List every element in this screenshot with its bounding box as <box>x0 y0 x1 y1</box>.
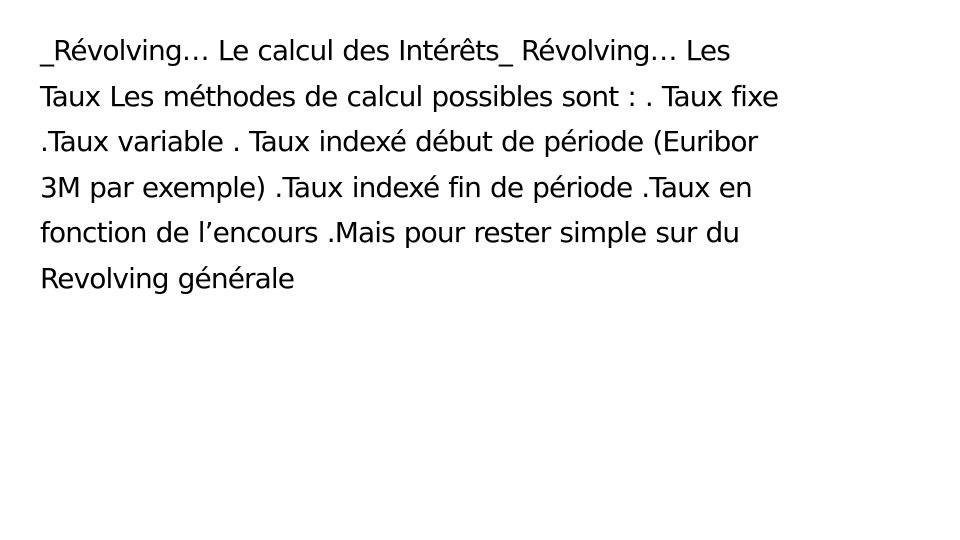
text-line-2: Taux Les méthodes de calcul possibles so… <box>40 79 779 113</box>
text-line-4: 3M par exemple) .Taux indexé fin de péri… <box>40 170 753 204</box>
slide: _Révolving… Le calcul des Intérêts_ Révo… <box>0 0 960 540</box>
slide-body-text: _Révolving… Le calcul des Intérêts_ Révo… <box>40 28 920 301</box>
text-line-1: _Révolving… Le calcul des Intérêts_ Révo… <box>40 34 731 67</box>
text-line-5: fonction de l’encours .Mais pour rester … <box>40 216 740 249</box>
text-line-3: .Taux variable . Taux indexé début de pé… <box>40 125 758 158</box>
text-line-6: Revolving générale <box>40 261 295 295</box>
